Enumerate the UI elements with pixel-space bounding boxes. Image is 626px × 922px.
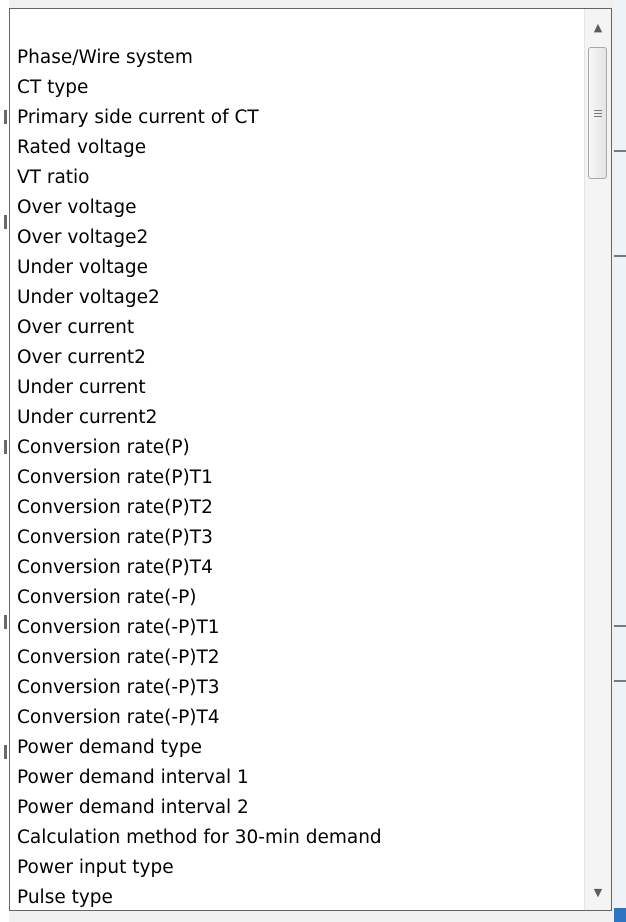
dropdown-option[interactable]: Over current2 bbox=[10, 343, 585, 373]
scrollbar-thumb[interactable] bbox=[588, 47, 607, 179]
dropdown-option[interactable]: Under voltage bbox=[10, 253, 585, 283]
background-fragment bbox=[614, 908, 626, 922]
dropdown-option[interactable]: Conversion rate(P)T2 bbox=[10, 493, 585, 523]
background-fragment bbox=[614, 150, 626, 152]
dropdown-list-popup[interactable]: Phase/Wire system CT type Primary side cur… bbox=[9, 8, 612, 911]
background-fragment bbox=[4, 110, 7, 124]
dropdown-option[interactable]: Under voltage2 bbox=[10, 283, 585, 313]
dropdown-option[interactable]: Conversion rate(-P)T1 bbox=[10, 613, 585, 643]
dropdown-option[interactable]: Over current bbox=[10, 313, 585, 343]
dropdown-option[interactable]: Conversion rate(-P)T2 bbox=[10, 643, 585, 673]
dropdown-option[interactable]: Phase/Wire system bbox=[10, 43, 585, 73]
dropdown-option[interactable]: Under current2 bbox=[10, 403, 585, 433]
dropdown-option[interactable]: Conversion rate(P)T1 bbox=[10, 463, 585, 493]
dropdown-option[interactable]: Conversion rate(P)T4 bbox=[10, 553, 585, 583]
grip-icon bbox=[593, 109, 602, 117]
scroll-up-arrow-icon[interactable]: ▲ bbox=[585, 13, 611, 41]
dropdown-option[interactable]: CT type bbox=[10, 73, 585, 103]
dropdown-option[interactable]: Conversion rate(-P)T3 bbox=[10, 673, 585, 703]
dropdown-option[interactable]: Conversion rate(-P)T4 bbox=[10, 703, 585, 733]
background-fragment bbox=[614, 625, 626, 627]
background-fragment bbox=[4, 215, 7, 229]
background-fragment bbox=[4, 745, 7, 759]
dropdown-option[interactable]: Calculation method for 30-min demand bbox=[10, 823, 585, 853]
dropdown-option[interactable]: VT ratio bbox=[10, 163, 585, 193]
dropdown-option[interactable]: Over voltage2 bbox=[10, 223, 585, 253]
dropdown-option[interactable]: Power demand interval 2 bbox=[10, 793, 585, 823]
background-fragment bbox=[614, 255, 626, 257]
dropdown-option[interactable]: Primary side current of CT bbox=[10, 103, 585, 133]
dropdown-option[interactable]: Over voltage bbox=[10, 193, 585, 223]
dropdown-option[interactable]: Rated voltage bbox=[10, 133, 585, 163]
dropdown-options-list: Phase/Wire system CT type Primary side cur… bbox=[10, 43, 585, 910]
background-fragment bbox=[614, 680, 626, 682]
dropdown-option[interactable]: Conversion rate(P) bbox=[10, 433, 585, 463]
dropdown-option[interactable]: Power demand type bbox=[10, 733, 585, 763]
dropdown-option[interactable]: Power demand interval 1 bbox=[10, 763, 585, 793]
dropdown-option[interactable]: Pulse type bbox=[10, 883, 585, 910]
dropdown-option[interactable]: Conversion rate(-P) bbox=[10, 583, 585, 613]
dropdown-option[interactable]: Conversion rate(P)T3 bbox=[10, 523, 585, 553]
scroll-down-arrow-icon[interactable]: ▼ bbox=[585, 878, 611, 906]
background-window-right-edge bbox=[614, 0, 626, 922]
vertical-scrollbar[interactable]: ▲ ▼ bbox=[584, 9, 611, 910]
background-fragment bbox=[4, 615, 7, 629]
background-fragment bbox=[4, 440, 7, 454]
dropdown-option[interactable]: Under current bbox=[10, 373, 585, 403]
dropdown-option[interactable]: Power input type bbox=[10, 853, 585, 883]
background-window-left-edge bbox=[0, 0, 9, 922]
